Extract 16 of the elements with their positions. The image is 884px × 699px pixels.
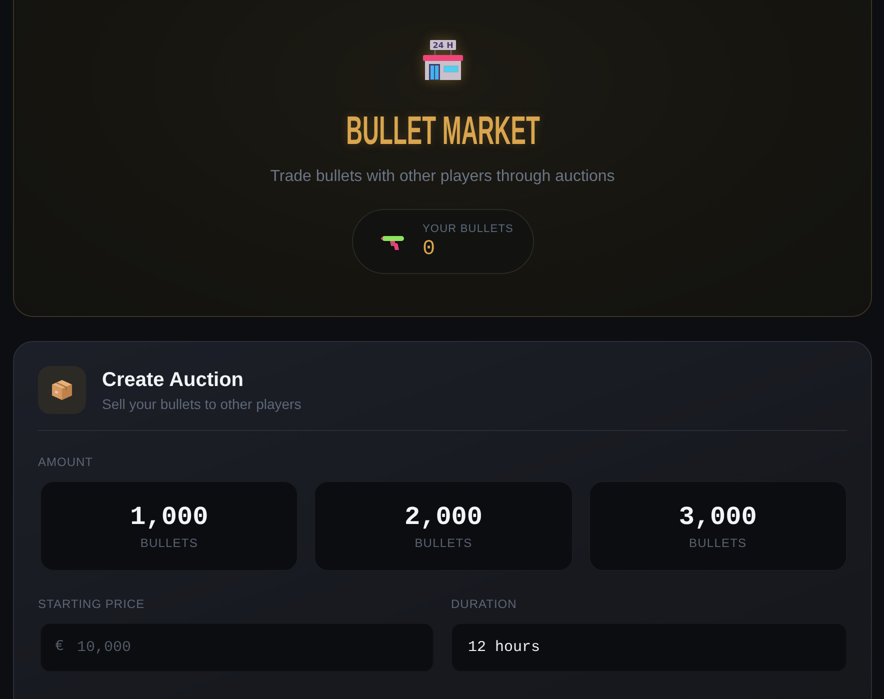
market-title: BULLET MARKET [346, 109, 540, 153]
starting-price-label: STARTING PRICE [38, 597, 146, 611]
balance-label: YOUR BULLETS [422, 222, 514, 236]
market-subtitle: Trade bullets with other players through auctions [270, 167, 615, 187]
amount-option[interactable]: 2,000 BULLETS [314, 481, 573, 571]
package-icon [38, 366, 86, 414]
card-subtitle: Sell your bullets to other players [102, 394, 302, 412]
euro-sign: € [55, 638, 64, 656]
amount-option[interactable]: 1,000 BULLETS [40, 481, 298, 571]
balance-value: 0 [422, 238, 436, 262]
toy-gun-icon [380, 235, 404, 252]
card-title: Create Auction [102, 368, 245, 392]
amount-option[interactable]: 3,000 BULLETS [588, 481, 847, 571]
duration-label: DURATION [451, 597, 518, 611]
duration-select[interactable]: 12 hours [451, 623, 847, 672]
amount-label: AMOUNT [38, 455, 94, 469]
